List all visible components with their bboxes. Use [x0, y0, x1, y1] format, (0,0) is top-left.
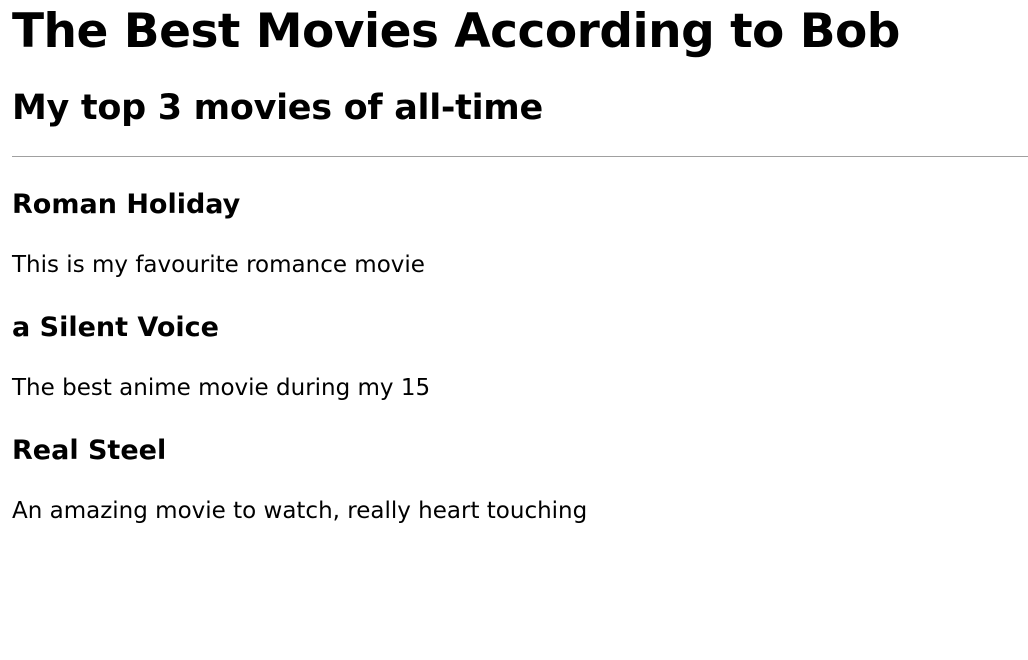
- movie-description: An amazing movie to watch, really heart …: [12, 498, 588, 524]
- movie-description: This is my favourite romance movie: [12, 252, 425, 278]
- page: The Best Movies According to Bob My top …: [0, 0, 1028, 660]
- movie-title: Roman Holiday: [12, 189, 241, 220]
- movie-title: a Silent Voice: [12, 312, 219, 343]
- movie-item: a Silent Voice The best anime movie duri…: [12, 311, 1028, 403]
- section-divider: [12, 156, 1028, 157]
- movie-item: Real Steel An amazing movie to watch, re…: [12, 434, 1028, 526]
- movie-item: Roman Holiday This is my favourite roman…: [12, 188, 1028, 280]
- movie-title: Real Steel: [12, 435, 167, 466]
- page-title: The Best Movies According to Bob: [12, 4, 900, 59]
- movie-description: The best anime movie during my 15: [12, 375, 431, 401]
- page-subtitle: My top 3 movies of all-time: [12, 88, 543, 128]
